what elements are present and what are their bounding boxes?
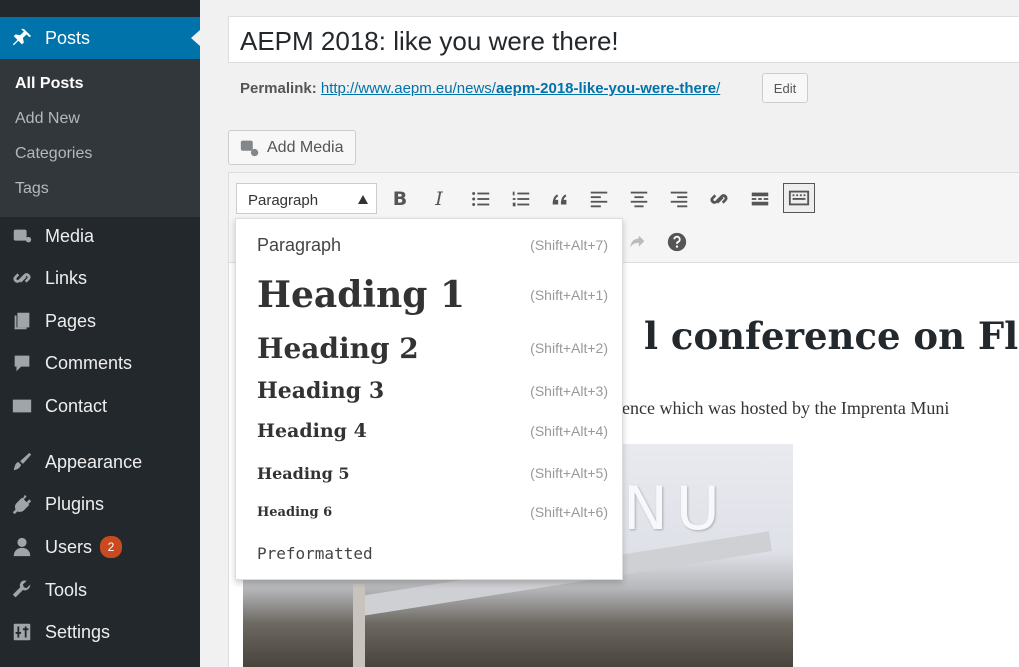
read-more-icon[interactable] — [744, 184, 776, 214]
sidebar-item-label: Media — [45, 225, 95, 246]
format-option-heading-5[interactable]: Heading 5 (Shift+Alt+5) — [236, 457, 622, 489]
sidebar-item-contact[interactable]: Contact — [0, 389, 200, 423]
photo-lettering: NU — [623, 474, 728, 544]
format-option-shortcut: (Shift+Alt+1) — [530, 287, 608, 303]
sidebar-item-label: Appearance — [45, 451, 143, 472]
sidebar-item-label: Links — [45, 267, 88, 288]
format-option-paragraph[interactable]: Paragraph (Shift+Alt+7) — [236, 229, 622, 261]
sidebar-item-label: Comments — [45, 352, 133, 373]
permalink-slug: aepm-2018-like-you-were-there — [495, 80, 717, 97]
content-paragraph: ence which was hosted by the Imprenta Mu… — [622, 398, 950, 418]
edit-permalink-button[interactable]: Edit — [762, 73, 808, 103]
sidebar-item-label: Plugins — [45, 493, 105, 514]
format-option-heading-3[interactable]: Heading 3 (Shift+Alt+3) — [236, 373, 622, 409]
align-left-icon[interactable] — [583, 184, 615, 214]
post-title-input[interactable]: AEPM 2018: like you were there! — [228, 16, 1019, 63]
content-heading: l conference on Flic — [644, 314, 1019, 358]
format-option-shortcut: (Shift+Alt+5) — [530, 465, 608, 481]
sidebar-item-label: Tools — [45, 579, 88, 600]
format-option-shortcut: (Shift+Alt+3) — [530, 383, 608, 399]
format-option-label: Heading 6 — [257, 504, 333, 520]
redo-icon[interactable] — [621, 227, 653, 257]
blockquote-icon[interactable] — [544, 184, 576, 214]
permalink-label: Permalink: — [240, 80, 317, 97]
sidebar-item-posts[interactable]: Posts — [0, 17, 200, 59]
format-option-label: Paragraph — [257, 234, 342, 255]
format-option-label: Heading 1 — [257, 274, 466, 316]
sidebar-item-tools[interactable]: Tools — [0, 573, 200, 607]
align-center-icon[interactable] — [623, 184, 655, 214]
submenu-add-new[interactable]: Add New — [0, 101, 200, 136]
format-option-label: Heading 4 — [257, 420, 367, 442]
format-option-label: Preformatted — [257, 543, 373, 563]
format-option-label: Heading 3 — [257, 378, 385, 404]
format-option-heading-1[interactable]: Heading 1 (Shift+Alt+1) — [236, 269, 622, 321]
media-icon — [10, 224, 34, 248]
photo-detail — [353, 584, 365, 667]
format-option-preformatted[interactable]: Preformatted — [236, 537, 622, 569]
posts-submenu: All Posts Add New Categories Tags — [0, 59, 200, 217]
sidebar-item-label: Pages — [45, 310, 97, 331]
pages-icon — [10, 309, 34, 333]
bold-icon[interactable]: B — [384, 184, 416, 214]
format-option-shortcut: (Shift+Alt+7) — [530, 237, 608, 253]
sidebar-item-media[interactable]: Media — [0, 219, 200, 253]
toolbar-toggle-icon[interactable] — [783, 183, 815, 213]
user-icon — [10, 535, 34, 559]
settings-sliders-icon — [10, 620, 34, 644]
sidebar-item-label: Settings — [45, 621, 111, 642]
comment-icon — [10, 351, 34, 375]
format-option-shortcut: (Shift+Alt+2) — [530, 340, 608, 356]
italic-icon[interactable]: I — [423, 184, 455, 214]
sidebar-item-label: Contact — [45, 395, 108, 416]
admin-sidebar: Posts All Posts Add New Categories Tags … — [0, 0, 200, 667]
align-right-icon[interactable] — [663, 184, 695, 214]
format-option-label: Heading 2 — [257, 331, 419, 365]
sidebar-item-label: Users — [45, 536, 93, 557]
wrench-icon — [10, 578, 34, 602]
permalink-end: / — [716, 80, 721, 97]
format-option-label: Heading 5 — [257, 463, 350, 483]
format-select[interactable]: Paragraph — [236, 183, 377, 214]
pushpin-icon — [10, 26, 34, 50]
envelope-icon — [10, 394, 34, 418]
add-media-icon — [240, 140, 259, 156]
submenu-tags[interactable]: Tags — [0, 171, 200, 206]
submenu-all-posts[interactable]: All Posts — [0, 66, 200, 101]
permalink-row: Permalink: http://www.aepm.eu/news/aepm-… — [240, 80, 720, 97]
format-option-shortcut: (Shift+Alt+4) — [530, 423, 608, 439]
sidebar-item-label: Posts — [45, 27, 91, 48]
sidebar-item-pages[interactable]: Pages — [0, 304, 200, 338]
link-icon — [10, 266, 34, 290]
plug-icon — [10, 492, 34, 516]
sidebar-item-plugins[interactable]: Plugins — [0, 487, 200, 521]
add-media-label: Add Media — [267, 138, 344, 156]
format-option-heading-2[interactable]: Heading 2 (Shift+Alt+2) — [236, 327, 622, 369]
format-dropdown-menu: Paragraph (Shift+Alt+7) Heading 1 (Shift… — [235, 218, 623, 580]
link-icon[interactable] — [703, 184, 735, 214]
sidebar-item-links[interactable]: Links — [0, 261, 200, 295]
add-media-button[interactable]: Add Media — [228, 130, 356, 165]
sidebar-item-users[interactable]: Users 2 — [0, 530, 200, 564]
format-option-heading-6[interactable]: Heading 6 (Shift+Alt+6) — [236, 497, 622, 527]
users-count-badge: 2 — [100, 536, 123, 558]
bulleted-list-icon[interactable] — [465, 184, 497, 214]
submenu-categories[interactable]: Categories — [0, 136, 200, 171]
permalink-base: http://www.aepm.eu/news/ — [320, 80, 496, 97]
format-option-heading-4[interactable]: Heading 4 (Shift+Alt+4) — [236, 414, 622, 448]
sidebar-item-comments[interactable]: Comments — [0, 346, 200, 380]
sidebar-item-settings[interactable]: Settings — [0, 615, 200, 649]
permalink-link[interactable]: http://www.aepm.eu/news/aepm-2018-like-y… — [321, 80, 720, 97]
sidebar-item-appearance[interactable]: Appearance — [0, 445, 200, 479]
paintbrush-icon — [10, 450, 34, 474]
format-option-shortcut: (Shift+Alt+6) — [530, 504, 608, 520]
post-title-text: AEPM 2018: like you were there! — [240, 26, 619, 56]
help-icon[interactable] — [661, 227, 693, 257]
numbered-list-icon[interactable] — [505, 184, 537, 214]
